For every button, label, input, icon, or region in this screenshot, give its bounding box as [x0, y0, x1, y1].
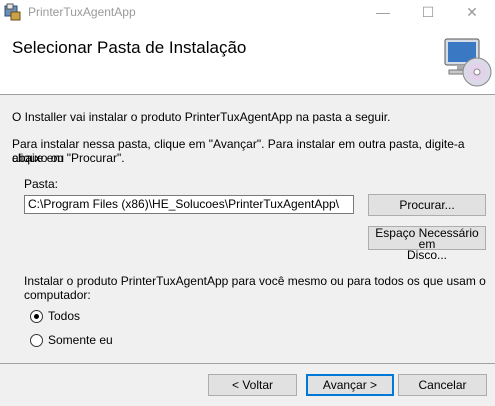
- footer-divider: [0, 363, 495, 364]
- title-bar: PrinterTuxAgentApp — ☐ ✕: [0, 0, 495, 24]
- minimize-button[interactable]: —: [360, 0, 406, 24]
- install-for-line-1: Instalar o produto PrinterTuxAgentApp pa…: [24, 274, 486, 288]
- folder-path-input[interactable]: C:\Program Files (x86)\HE_Solucoes\Print…: [24, 195, 354, 214]
- dialog-header: Selecionar Pasta de Instalação: [0, 24, 495, 95]
- next-button[interactable]: Avançar >: [306, 374, 394, 396]
- installer-window: PrinterTuxAgentApp — ☐ ✕ Selecionar Past…: [0, 0, 495, 406]
- radio-everyone-button[interactable]: [30, 309, 43, 323]
- radio-just-me-button[interactable]: [30, 333, 43, 347]
- page-title: Selecionar Pasta de Instalação: [12, 38, 247, 57]
- disk-space-label-line-2: Disco...: [406, 248, 447, 262]
- disk-space-label-line-1: Espaço Necessário em: [375, 226, 479, 251]
- instructions-line-2: clique em "Procurar".: [12, 151, 125, 165]
- maximize-button[interactable]: ☐: [405, 0, 451, 24]
- back-button[interactable]: < Voltar: [208, 374, 297, 396]
- radio-just-me-label: Somente eu: [48, 333, 113, 347]
- folder-label: Pasta:: [24, 177, 59, 191]
- computer-disc-icon: [444, 38, 492, 87]
- radio-option-just-me[interactable]: Somente eu: [30, 333, 113, 347]
- installer-app-icon: [4, 3, 21, 21]
- browse-button[interactable]: Procurar...: [368, 194, 486, 216]
- radio-everyone-label: Todos: [48, 309, 81, 323]
- cancel-button[interactable]: Cancelar: [398, 374, 487, 396]
- window-title: PrinterTuxAgentApp: [28, 5, 136, 19]
- disk-space-button[interactable]: Espaço Necessário em Disco...: [368, 226, 486, 261]
- close-button[interactable]: ✕: [449, 0, 495, 24]
- install-for-line-2: computador:: [24, 288, 91, 302]
- radio-option-everyone[interactable]: Todos: [30, 309, 80, 323]
- intro-text: O Installer vai instalar o produto Print…: [12, 110, 391, 124]
